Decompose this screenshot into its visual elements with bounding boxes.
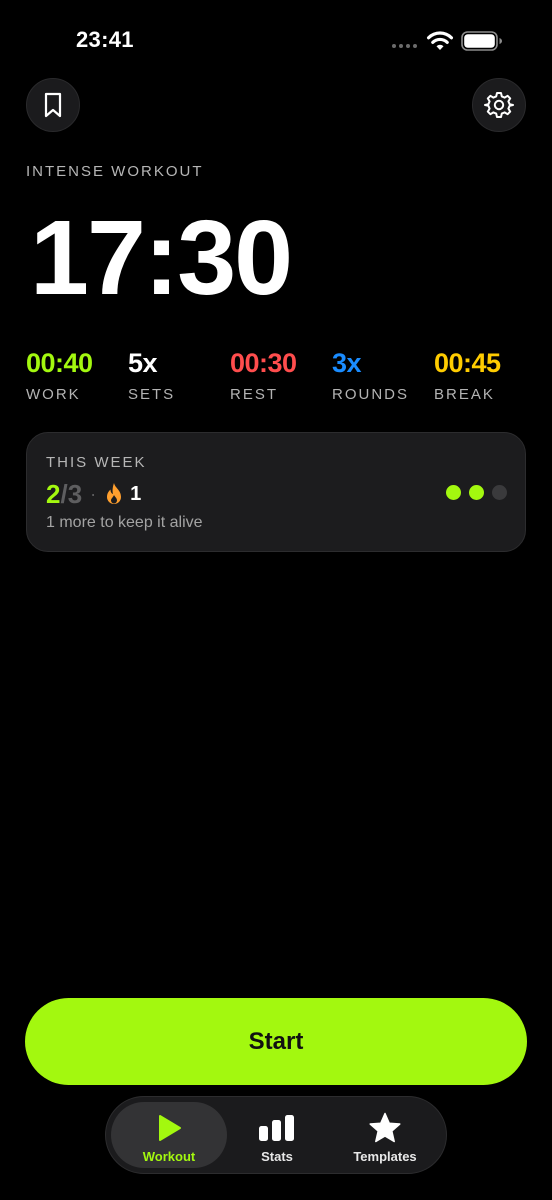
stat-value: 3x — [332, 348, 362, 378]
stat-value: 00:30 — [230, 348, 297, 378]
tab-label: Templates — [353, 1149, 417, 1164]
week-card-subtitle: 1 more to keep it alive — [46, 514, 203, 531]
week-progress: 2 /3 · 1 — [46, 479, 141, 509]
tab-stats[interactable]: Stats — [227, 1102, 327, 1168]
start-button[interactable]: Start — [25, 998, 527, 1085]
battery-icon — [461, 31, 502, 51]
stat-rest: 00:30 REST — [230, 348, 297, 403]
stat-label: SETS — [128, 386, 176, 403]
weekly-progress-card[interactable]: THIS WEEK 2 /3 · 1 1 more to keep it ali… — [26, 432, 526, 552]
tab-templates[interactable]: Templates — [331, 1102, 439, 1168]
stat-value: 00:45 — [434, 348, 501, 378]
status-bar: 23:41 — [0, 0, 552, 80]
workouts-goal: /3 — [60, 478, 83, 509]
progress-dot — [492, 485, 507, 500]
total-time: 17:30 — [30, 199, 293, 317]
workout-name: INTENSE WORKOUT — [26, 163, 204, 180]
week-card-title: THIS WEEK — [46, 454, 147, 471]
stat-work: 00:40 WORK — [26, 348, 93, 403]
bar-chart-icon — [259, 1115, 294, 1141]
stat-value: 00:40 — [26, 348, 93, 378]
stat-label: ROUNDS — [332, 386, 410, 403]
progress-dot — [446, 485, 461, 500]
progress-dot — [469, 485, 484, 500]
settings-button[interactable] — [472, 78, 526, 132]
cellular-signal-icon — [392, 44, 417, 48]
stat-label: WORK — [26, 386, 81, 403]
star-icon — [369, 1112, 401, 1143]
wifi-icon — [427, 31, 453, 50]
tab-workout[interactable]: Workout — [111, 1102, 227, 1168]
play-icon — [159, 1115, 181, 1141]
tab-label: Workout — [142, 1149, 196, 1164]
streak-count: 1 — [130, 482, 142, 505]
stat-rounds: 3x ROUNDS — [332, 348, 409, 403]
stat-sets: 5x SETS — [128, 348, 175, 403]
week-progress-dots — [446, 485, 507, 500]
stat-value: 5x — [128, 348, 158, 378]
stat-label: BREAK — [434, 386, 495, 403]
flame-icon — [107, 483, 122, 504]
bookmark-icon — [44, 92, 62, 118]
status-time: 23:41 — [76, 27, 134, 52]
workouts-done: 2 — [46, 478, 61, 509]
tab-bar: Workout Stats Templates — [105, 1096, 447, 1174]
separator: · — [90, 483, 97, 504]
tab-label: Stats — [261, 1149, 293, 1164]
gear-icon — [484, 92, 514, 118]
stat-label: REST — [230, 386, 279, 403]
stat-break: 00:45 BREAK — [434, 348, 501, 403]
bookmark-button[interactable] — [26, 78, 80, 132]
